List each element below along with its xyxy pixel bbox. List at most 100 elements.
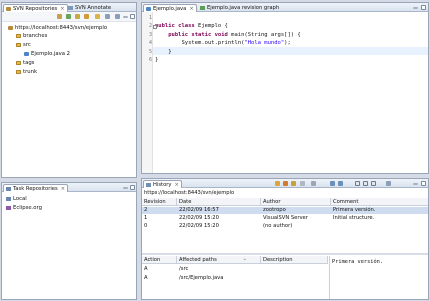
sort-ascending-icon: ^: [243, 258, 247, 263]
task-tabbar: Task Repositories ×: [2, 183, 136, 192]
show-all-icon[interactable]: [338, 181, 343, 186]
tab-svn-repositories[interactable]: SVN Repositories ×: [3, 4, 68, 12]
paths-view-icon[interactable]: [371, 181, 376, 186]
minimize-icon[interactable]: [413, 7, 418, 9]
folder-icon: [16, 61, 21, 65]
line-number: 3: [148, 31, 152, 38]
task-repositories-panel: Task Repositories × Local Eclipse.org: [1, 182, 137, 300]
tab-history[interactable]: History ×: [143, 180, 182, 188]
tree-item-label: src: [23, 42, 31, 48]
code-keyword: public class: [155, 23, 195, 30]
history-panel: History × https://localhost:8443/svn/ejem…: [141, 178, 429, 300]
tree-item-label: tags: [23, 60, 35, 66]
close-icon[interactable]: ×: [189, 6, 193, 12]
action-cell: A: [144, 266, 148, 272]
column-date[interactable]: Date: [177, 198, 261, 206]
svn-repositories-panel: SVN Repositories × SVN Annotate https://l…: [1, 2, 137, 178]
maximize-icon[interactable]: [130, 185, 135, 190]
line-number: 1: [148, 15, 152, 21]
author-cell: VisualSVN Server: [263, 215, 308, 221]
code-line: System.out.println("Hola mundo");: [155, 39, 301, 47]
task-repo-label: Local: [13, 196, 27, 202]
local-repository-icon: [6, 197, 11, 201]
tab-svn-annotate-label: SVN Annotate: [75, 5, 112, 11]
java-file-icon: [146, 7, 151, 11]
view-menu-icon[interactable]: [386, 181, 391, 186]
tab-ejemplo-java[interactable]: Ejemplo.java ×: [143, 4, 197, 12]
column-action[interactable]: Action: [142, 256, 177, 264]
collapse-all-icon[interactable]: [105, 14, 110, 19]
comment-cell: Primera versión.: [333, 207, 376, 213]
filter-icon[interactable]: [311, 181, 316, 186]
action-cell: A: [144, 275, 148, 281]
column-author[interactable]: Author: [261, 198, 331, 206]
date-cell: 22/02/09 15:20: [179, 223, 219, 229]
close-icon[interactable]: ×: [174, 182, 178, 188]
compare-icon[interactable]: [300, 181, 305, 186]
tab-ejemplo-java-label: Ejemplo.java: [153, 6, 187, 12]
columns-view-icon[interactable]: [355, 181, 360, 186]
column-comment[interactable]: Comment: [331, 198, 428, 206]
history-resource-url: https://localhost:8443/svn/ejemplo: [144, 190, 235, 196]
line-numbers: 1 2 3 4 5 6: [144, 14, 152, 64]
tab-task-repositories[interactable]: Task Repositories ×: [3, 184, 69, 192]
maximize-icon[interactable]: [421, 5, 426, 10]
repository-icon: [8, 26, 13, 30]
comment-pane[interactable]: Primera versión.: [329, 256, 428, 299]
code-area[interactable]: public class Ejemplo { public static voi…: [155, 14, 301, 81]
close-icon[interactable]: ×: [61, 186, 65, 192]
forward-icon[interactable]: [75, 14, 80, 19]
maximize-icon[interactable]: [421, 181, 426, 186]
show-next-icon[interactable]: [330, 181, 335, 186]
comment-cell: Initial structure.: [333, 215, 375, 221]
column-description[interactable]: Description: [261, 256, 328, 264]
code-text: }: [155, 57, 159, 64]
tree-item-label: branches: [23, 33, 48, 39]
svn-repositories-icon: [6, 7, 11, 11]
fold-marker-icon[interactable]: [153, 25, 157, 29]
tab-revision-graph-label: Ejemplo.java revision graph: [207, 5, 280, 11]
comment-view-icon[interactable]: [363, 181, 368, 186]
line-number: 5: [148, 48, 152, 55]
code-text: Ejemplo {: [194, 23, 228, 30]
view-menu-icon[interactable]: [115, 14, 120, 19]
bugzilla-icon: [6, 206, 11, 210]
code-string: "Hola mundo": [244, 40, 285, 47]
code-text: );: [284, 40, 291, 47]
minimize-icon[interactable]: [413, 183, 418, 185]
task-repository-icon: [6, 187, 11, 191]
line-number: 2: [148, 23, 152, 30]
column-revision[interactable]: Revision: [142, 198, 177, 206]
date-cell: 22/02/09 15:20: [179, 215, 219, 221]
revision-cell: 2: [144, 207, 148, 213]
java-file-icon: [24, 52, 29, 56]
refresh-icon[interactable]: [66, 14, 71, 19]
tab-history-label: History: [153, 182, 172, 188]
code-text: main(String args[]) {: [227, 31, 301, 38]
tab-revision-graph[interactable]: Ejemplo.java revision graph: [198, 4, 281, 12]
maximize-icon[interactable]: [130, 14, 135, 19]
revision-graph-icon: [200, 6, 205, 10]
svn-toolbar: [2, 12, 136, 22]
code-line: }: [155, 56, 301, 64]
path-cell: /src: [179, 266, 189, 272]
date-cell: 22/02/09 16:57: [179, 207, 219, 213]
splitter[interactable]: [142, 253, 428, 255]
history-tabbar: History ×: [142, 179, 428, 188]
add-repository-icon[interactable]: [57, 14, 62, 19]
code-text: System.out.println(: [155, 40, 245, 47]
svn-tabbar: SVN Repositories × SVN Annotate: [2, 3, 136, 12]
tree-item-label: https://localhost:8443/svn/ejemplo: [15, 25, 108, 31]
minimize-icon[interactable]: [123, 187, 128, 189]
column-affected-paths[interactable]: Affected paths: [177, 256, 261, 264]
minimize-icon[interactable]: [123, 16, 128, 18]
pin-icon[interactable]: [275, 181, 280, 186]
annotate-icon: [68, 6, 73, 10]
refresh-icon[interactable]: [283, 181, 288, 186]
tab-svn-annotate[interactable]: SVN Annotate: [66, 4, 113, 12]
link-editor-icon[interactable]: [291, 181, 296, 186]
open-folder-icon[interactable]: [95, 14, 100, 19]
comment-cell: [331, 223, 333, 230]
code-keyword: public static void: [155, 31, 228, 38]
link-icon[interactable]: [84, 14, 89, 19]
